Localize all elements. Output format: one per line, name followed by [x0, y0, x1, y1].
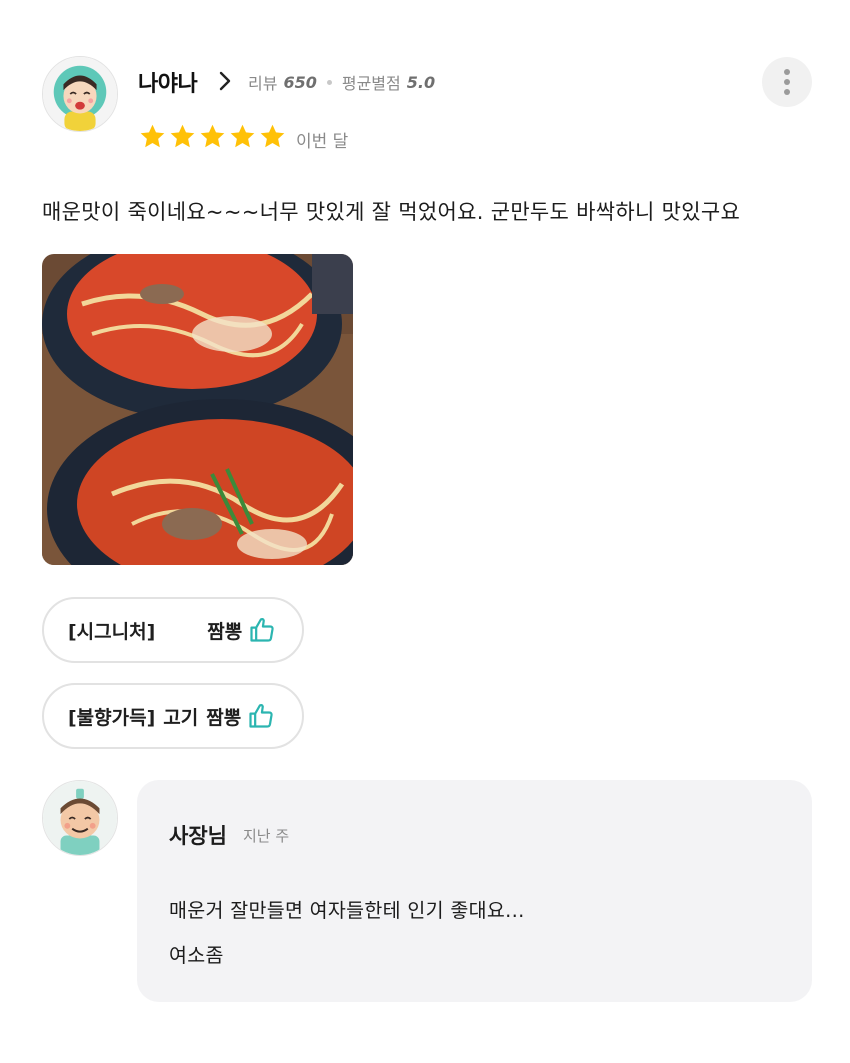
chevron-right-icon[interactable]: [216, 69, 234, 93]
owner-reply-text: 매운거 잘만들면 여자들한테 인기 좋대요... 여소좀: [169, 888, 525, 978]
menu-chip-signature-jjamppong[interactable]: [시그니처] 짬뽕: [42, 597, 304, 663]
review-photo[interactable]: [42, 254, 353, 565]
owner-reply: 사장님 지난 주 매운거 잘만들면 여자들한테 인기 좋대요... 여소좀: [137, 780, 812, 1002]
menu-chip-middle: 고기: [163, 706, 199, 729]
star-icon: [170, 124, 195, 148]
menu-chip-prefix: [불향가득]: [68, 706, 156, 729]
thumbs-up-icon: [250, 618, 274, 642]
review-date: 이번 달: [296, 132, 349, 152]
menu-chip-name: 짬뽕: [206, 706, 242, 729]
more-options-button[interactable]: [762, 57, 812, 107]
reviewer-avatar[interactable]: [42, 56, 118, 132]
star-icon: [230, 124, 255, 148]
menu-chip-prefix: [시그니처]: [68, 620, 156, 643]
more-dot-icon: [784, 69, 790, 75]
star-icon: [200, 124, 225, 148]
reviewer-stats: 리뷰 650 평균별점 5.0: [248, 70, 435, 94]
avg-rating-label: 평균별점: [341, 74, 401, 93]
avg-rating: 5.0: [406, 72, 436, 92]
star-icon: [140, 124, 165, 148]
menu-chip-name: 짬뽕: [207, 620, 243, 643]
separator-dot: [326, 79, 332, 85]
review-text: 매운맛이 죽이네요~~~너무 맛있게 잘 먹었어요. 군만두도 바싹하니 맛있구…: [42, 200, 741, 224]
more-dot-icon: [784, 79, 790, 85]
owner-reply-line: 여소좀: [169, 944, 224, 967]
owner-name: 사장님: [169, 824, 227, 848]
menu-chip-fire-meat-jjamppong[interactable]: [불향가득] 고기 짬뽕: [42, 683, 304, 749]
owner-reply-line: 매운거 잘만들면 여자들한테 인기 좋대요...: [169, 899, 525, 922]
more-dot-icon: [784, 89, 790, 95]
owner-reply-date: 지난 주: [243, 827, 290, 845]
star-icon: [260, 124, 285, 148]
rating-stars: [139, 123, 286, 150]
review-count-label: 리뷰: [248, 74, 278, 93]
reviewer-name[interactable]: 나야나: [138, 66, 198, 98]
thumbs-up-icon: [249, 704, 273, 728]
owner-avatar: [42, 780, 118, 856]
review-count: 650: [283, 72, 317, 92]
